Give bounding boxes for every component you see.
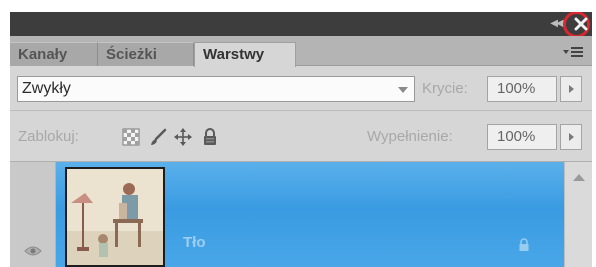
tab-layers[interactable]: Warstwy bbox=[194, 42, 296, 67]
opacity-slider-button[interactable] bbox=[560, 76, 582, 102]
tab-paths[interactable]: Ścieżki bbox=[98, 42, 194, 66]
layers-panel: ◀◀ Kanały Ścieżki Warstwy Zwykły Krycie:… bbox=[10, 12, 592, 267]
fill-input[interactable]: 100% bbox=[487, 124, 557, 150]
lock-fill-row: Zablokuj: Wypełnienie: 100% bbox=[10, 112, 592, 162]
lock-icon[interactable] bbox=[200, 127, 220, 147]
opacity-label: Krycie: bbox=[422, 80, 468, 97]
chevron-right-icon bbox=[569, 133, 574, 141]
thumbnail-image bbox=[67, 169, 163, 265]
blend-mode-value: Zwykły bbox=[22, 80, 71, 97]
fill-label: Wypełnienie: bbox=[367, 128, 453, 145]
lock-transparency-icon[interactable] bbox=[121, 127, 141, 147]
layer-row[interactable]: Tło bbox=[56, 162, 564, 267]
eye-icon[interactable] bbox=[24, 245, 42, 257]
blend-opacity-row: Zwykły Krycie: 100% bbox=[10, 67, 592, 111]
close-icon[interactable] bbox=[572, 15, 590, 33]
move-icon[interactable] bbox=[173, 127, 193, 147]
tab-bar: Kanały Ścieżki Warstwy bbox=[10, 36, 592, 67]
layer-thumbnail bbox=[65, 167, 165, 267]
collapse-panel-icon[interactable]: ◀◀ bbox=[548, 16, 564, 32]
brush-icon[interactable] bbox=[148, 127, 168, 147]
scrollbar[interactable] bbox=[564, 162, 592, 267]
layer-name[interactable]: Tło bbox=[183, 234, 206, 251]
chevron-right-icon bbox=[569, 85, 574, 93]
scroll-up-icon[interactable] bbox=[573, 174, 585, 181]
blend-mode-select[interactable]: Zwykły bbox=[17, 76, 415, 102]
visibility-column bbox=[10, 162, 56, 267]
layers-list: Tło bbox=[10, 162, 592, 267]
panel-titlebar: ◀◀ bbox=[10, 12, 592, 38]
fill-slider-button[interactable] bbox=[560, 124, 582, 150]
chevron-down-icon bbox=[398, 87, 408, 93]
tab-channels[interactable]: Kanały bbox=[10, 42, 98, 66]
layer-lock-icon bbox=[519, 238, 529, 251]
lock-label: Zablokuj: bbox=[18, 128, 79, 145]
panel-menu-icon[interactable] bbox=[562, 44, 584, 60]
opacity-input[interactable]: 100% bbox=[487, 76, 557, 102]
